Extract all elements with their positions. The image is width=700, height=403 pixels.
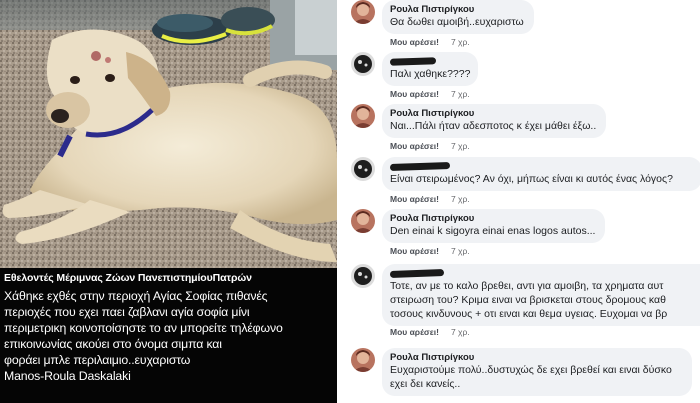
comment-text: τοσους κινδυνους + οτι ειναι και θεμα υγ… (390, 308, 668, 320)
like-button[interactable]: Μου αρέσει! (390, 37, 439, 47)
timestamp[interactable]: 7 χρ. (451, 89, 470, 99)
like-button[interactable]: Μου αρέσει! (390, 89, 439, 99)
dog-photo (0, 0, 337, 268)
comment-actions: Μου αρέσει! 7 χρ. (390, 89, 470, 99)
comment-author-redacted (389, 268, 700, 279)
comment-actions: Μου αρέσει! 7 χρ. (390, 246, 470, 256)
comment-actions: Μου αρέσει! 7 χρ. (390, 194, 470, 204)
comment-text: Παλι χαθηκε???? (390, 68, 471, 80)
comment-text: Den einai k sigoyra einai enas logos aut… (390, 225, 596, 237)
caption-line: Χάθηκε εχθές στην περιοχή Αγίας Σοφίας π… (4, 289, 268, 303)
comment-text: Θα δωθει αμοιβή..ευχαριστω (390, 16, 524, 28)
like-button[interactable]: Μου αρέσει! (390, 327, 439, 337)
like-button[interactable]: Μου αρέσει! (390, 246, 439, 256)
comment-bubble: Ρουλα Πιστιρίγκου Ναι...Πάλι ήταν αδεσπο… (382, 104, 607, 138)
comment-text: Ευχαριστούμε πολύ..δυστυχώς δε εχει βρεθ… (390, 364, 672, 376)
avatar[interactable] (351, 264, 375, 288)
avatar[interactable] (351, 104, 375, 128)
timestamp[interactable]: 7 χρ. (451, 194, 470, 204)
comment-author[interactable]: Ρουλα Πιστιρίγκου (390, 108, 596, 119)
comment-actions: Μου αρέσει! 7 χρ. (390, 327, 470, 337)
comment-bubble: Ρουλα Πιστιρίγκου Den einai k sigoyra ei… (382, 209, 606, 243)
comment-author-redacted (389, 161, 692, 172)
comment-bubble: Τοτε, αν με το καλο βρεθει, αντι για αμο… (382, 264, 700, 326)
like-button[interactable]: Μου αρέσει! (390, 194, 439, 204)
comment-thread: Ρουλα Πιστιρίγκου Θα δωθει αμοιβή..ευχαρ… (342, 0, 700, 403)
page-name[interactable]: Εθελοντές Μέριμνας Ζώων ΠανεπιστημίουΠατ… (4, 272, 252, 284)
like-button[interactable]: Μου αρέσει! (390, 141, 439, 151)
comment-actions: Μου αρέσει! 7 χρ. (390, 37, 470, 47)
comment-text: Είναι στειρωμένος? Αν όχι, μήπως είναι κ… (390, 173, 673, 185)
avatar[interactable] (351, 0, 375, 24)
caption-signature: Manos-Roula Daskalaki (4, 369, 131, 383)
caption-line: φοράει μπλε περιλαιμιο..ευχαριστω (4, 353, 191, 367)
shared-post: Εθελοντές Μέριμνας Ζώων ΠανεπιστημίουΠατ… (0, 0, 337, 403)
comment-bubble: Ρουλα Πιστιρίγκου Ευχαριστούμε πολύ..δυσ… (382, 348, 692, 396)
timestamp[interactable]: 7 χρ. (451, 246, 470, 256)
avatar[interactable] (351, 348, 375, 372)
timestamp[interactable]: 7 χρ. (451, 37, 470, 47)
timestamp[interactable]: 7 χρ. (451, 141, 470, 151)
comment-text: Ναι...Πάλι ήταν αδεσποτος κ έχει μάθει έ… (390, 120, 597, 132)
timestamp[interactable]: 7 χρ. (451, 327, 470, 337)
comment-actions: Μου αρέσει! 7 χρ. (390, 141, 470, 151)
caption-line: περιοχές που εχει παει ζαβλανι αγία σοφί… (4, 305, 250, 319)
caption-line: επικοινωνίας ακούει στο όνομα σιμπα και (4, 337, 222, 351)
avatar[interactable] (351, 157, 375, 181)
comment-author[interactable]: Ρουλα Πιστιρίγκου (390, 213, 595, 224)
comment-bubble: Ρουλα Πιστιρίγκου Θα δωθει αμοιβή..ευχαρ… (382, 0, 534, 34)
avatar[interactable] (351, 52, 375, 76)
comment-author-redacted (389, 56, 468, 67)
comment-text: στειρωση του? Κριμα ειναι να βρισκεται σ… (390, 294, 666, 306)
comment-bubble: Παλι χαθηκε???? (382, 52, 478, 86)
comment-bubble: Είναι στειρωμένος? Αν όχι, μήπως είναι κ… (382, 157, 700, 191)
post-caption: Εθελοντές Μέριμνας Ζώων ΠανεπιστημίουΠατ… (0, 268, 337, 403)
caption-line: περιμετρικη κοινοποίσηστε το αν μπορείτε… (4, 321, 283, 335)
comment-author[interactable]: Ρουλα Πιστιρίγκου (390, 4, 524, 15)
comment-text: Τοτε, αν με το καλο βρεθει, αντι για αμο… (390, 280, 664, 292)
avatar[interactable] (351, 209, 375, 233)
comment-author[interactable]: Ρουλα Πιστιρίγκου (390, 352, 682, 363)
comment-text: εχει δει κανείς.. (390, 378, 461, 390)
